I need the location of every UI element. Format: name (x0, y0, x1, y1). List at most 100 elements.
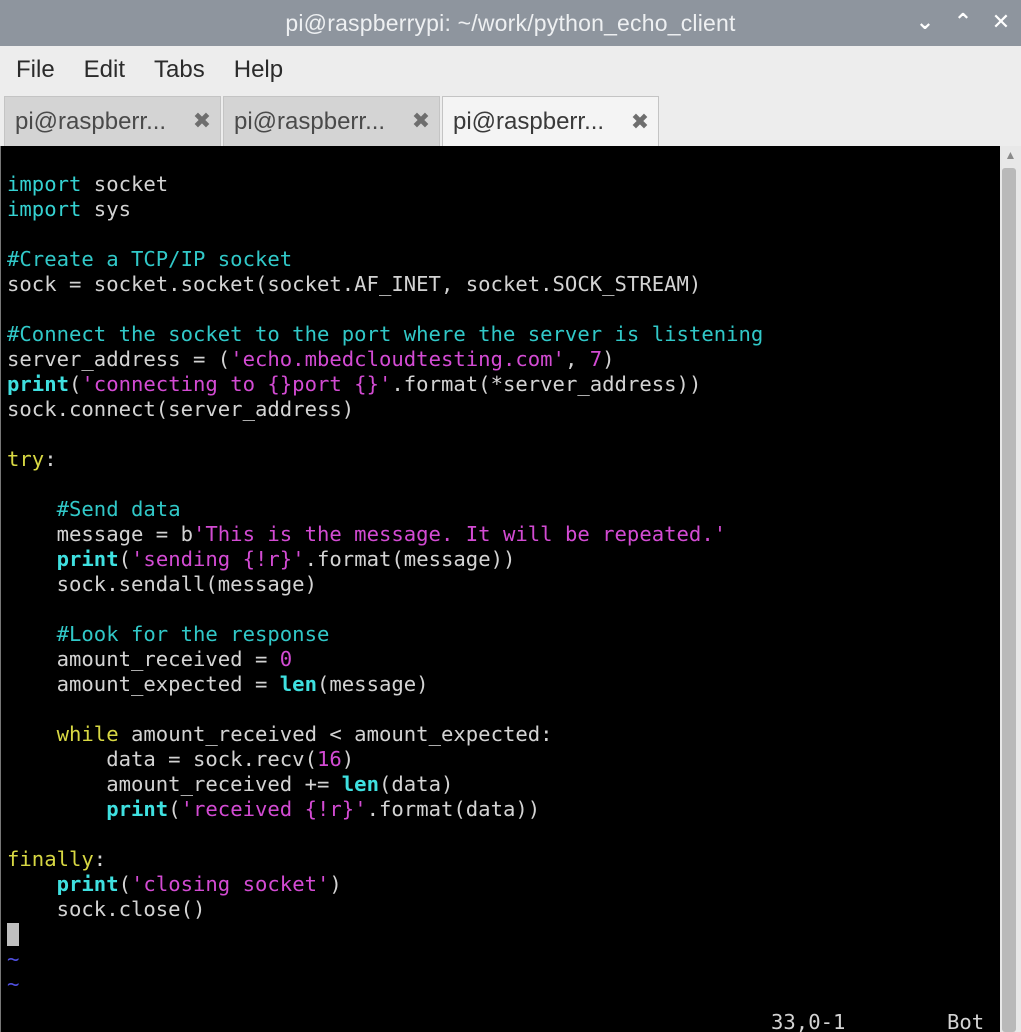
tab-1[interactable]: pi@raspberr... ✖ (4, 96, 221, 146)
code-line: print('connecting to {}port {}'.format(*… (7, 372, 763, 397)
window-title: pi@raspberrypi: ~/work/python_echo_clien… (285, 9, 736, 36)
title-bar[interactable]: pi@raspberrypi: ~/work/python_echo_clien… (0, 0, 1021, 46)
code-line: data = sock.recv(16) (7, 747, 763, 772)
menu-help[interactable]: Help (218, 56, 296, 84)
code-token: ) (341, 747, 355, 771)
code-token: .format(*server_address)) (391, 372, 702, 396)
code-line: while amount_received < amount_expected: (7, 722, 763, 747)
code-token: (data) (378, 772, 454, 796)
code-token: import (7, 172, 82, 196)
minimize-icon[interactable]: ⌄ (913, 11, 937, 35)
code-token: sys (81, 197, 132, 221)
code-line: #Look for the response (7, 622, 763, 647)
code-line: print('sending {!r}'.format(message)) (7, 547, 763, 572)
code-token: sock.connect(server_address) (7, 397, 355, 421)
code-token: server_address = ( (7, 347, 231, 371)
tab-2[interactable]: pi@raspberr... ✖ (223, 96, 440, 146)
vim-status-line: 33,0-1 Bot (1, 1010, 1001, 1032)
tab-close-icon[interactable]: ✖ (184, 109, 220, 134)
tab-bar: pi@raspberr... ✖ pi@raspberr... ✖ pi@ras… (0, 94, 1021, 147)
code-token: print (56, 547, 119, 571)
scroll-up-icon[interactable]: ▲ (1000, 148, 1021, 162)
code-line: sock.connect(server_address) (7, 397, 763, 422)
code-token: len (279, 672, 317, 696)
code-line: try: (7, 447, 763, 472)
tab-close-icon[interactable]: ✖ (622, 110, 658, 135)
code-line: amount_received += len(data) (7, 772, 763, 797)
code-token: sock.close() (7, 897, 206, 921)
code-token: sock.sendall(message) (7, 572, 317, 596)
code-line: print('closing socket') (7, 872, 763, 897)
terminal-area[interactable]: import socket import sys #Create a TCP/IP … (0, 146, 1001, 1032)
code-line: print('received {!r}'.format(data)) (7, 797, 763, 822)
code-token: .format(data)) (366, 797, 541, 821)
code-token: ) (602, 347, 615, 371)
code-token: : (93, 847, 107, 871)
vertical-scrollbar[interactable]: ▲ (1000, 146, 1021, 1032)
code-token: len (341, 772, 379, 796)
code-line: amount_expected = len(message) (7, 672, 763, 697)
code-token: message = b (7, 522, 193, 546)
code-token: amount_received += (7, 772, 342, 796)
code-line: import socket (7, 172, 763, 197)
code-token: amount_received = (7, 647, 280, 671)
code-token: ( (69, 372, 82, 396)
code-token: ( (168, 797, 181, 821)
tab-label: pi@raspberr... (234, 107, 386, 135)
code-line: #Create a TCP/IP socket (7, 247, 763, 272)
code-line: import sys (7, 197, 763, 222)
scrollbar-thumb[interactable] (1002, 168, 1016, 1032)
code-token: : (44, 447, 57, 471)
cursor-position: 33,0-1 (771, 1010, 846, 1032)
menu-file[interactable]: File (0, 56, 68, 84)
code-token: while (56, 722, 119, 746)
code-line: amount_received = 0 (7, 647, 763, 672)
scroll-position: Bot (947, 1010, 985, 1032)
code-token: #Connect the socket to the port where th… (7, 322, 764, 346)
code-token: #Send data (56, 497, 181, 521)
code-token: finally (7, 847, 94, 871)
code-token: ( (118, 547, 132, 571)
code-token: 'closing socket' (131, 872, 330, 896)
close-icon[interactable]: ✕ (989, 11, 1013, 35)
code-token: amount_received < amount_expected: (118, 722, 553, 746)
terminal-window: pi@raspberrypi: ~/work/python_echo_clien… (0, 0, 1021, 1032)
code-token: sock = socket.socket(socket.AF_INET, soc… (7, 272, 702, 296)
code-token: 'echo.mbedcloudtesting.com' (230, 347, 565, 371)
menu-tabs[interactable]: Tabs (138, 56, 218, 84)
code-line: #Send data (7, 497, 763, 522)
menu-edit[interactable]: Edit (68, 56, 138, 84)
code-token: #Look for the response (56, 622, 330, 646)
tab-label: pi@raspberr... (15, 107, 167, 135)
tab-close-icon[interactable]: ✖ (403, 109, 439, 134)
code-token: ~ (7, 972, 20, 996)
code-token: amount_expected = (7, 672, 280, 696)
code-line: ~ (7, 972, 763, 997)
vim-buffer[interactable]: import socket import sys #Create a TCP/IP … (7, 172, 763, 997)
code-token: (message) (316, 672, 429, 696)
code-token: print (56, 872, 119, 896)
tab-3-active[interactable]: pi@raspberr... ✖ (442, 96, 659, 147)
code-line: ~ (7, 947, 763, 972)
code-token: 0 (279, 647, 293, 671)
code-token: 16 (316, 747, 342, 771)
code-token: try (7, 447, 45, 471)
maximize-icon[interactable]: ⌃ (951, 11, 975, 35)
code-token: socket (81, 172, 169, 196)
code-line (7, 922, 763, 947)
code-token: 'connecting to {}port {}' (81, 372, 392, 396)
code-token: data = sock.recv( (7, 747, 317, 771)
code-token: , (564, 347, 590, 371)
code-token: #Create a TCP/IP socket (7, 247, 293, 271)
tab-label: pi@raspberr... (453, 108, 605, 135)
